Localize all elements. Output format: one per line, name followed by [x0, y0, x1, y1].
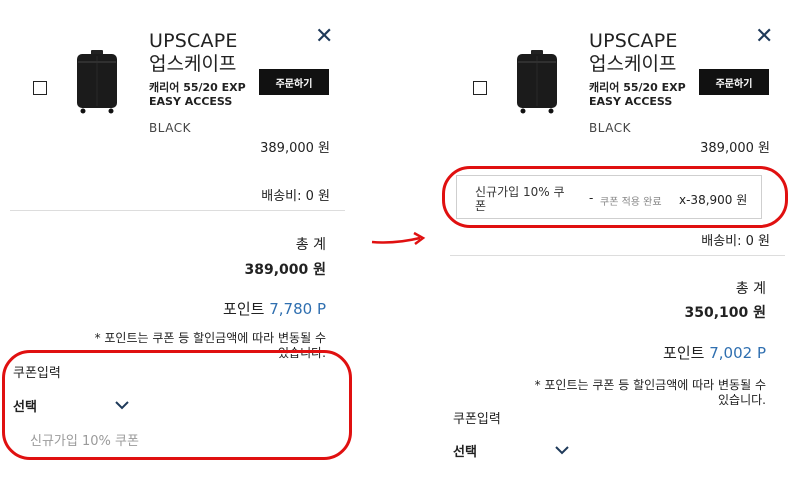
order-button[interactable]: 주문하기 — [699, 69, 769, 95]
applied-coupon-name: 신규가입 10% 쿠 폰 — [475, 185, 565, 213]
close-icon[interactable]: ✕ — [755, 26, 773, 48]
product-color: BLACK — [589, 121, 631, 135]
total-value: 389,000 원 — [244, 262, 326, 278]
chevron-down-icon[interactable] — [554, 445, 570, 455]
model-line-2: EASY ACCESS — [149, 95, 233, 108]
item-checkbox[interactable] — [473, 81, 487, 95]
suitcase-image — [517, 50, 557, 114]
points-notice: * 포인트는 쿠폰 등 할인금액에 따라 변동될 수 있습니다. — [446, 378, 766, 408]
divider — [450, 255, 785, 256]
divider — [10, 210, 345, 211]
product-color: BLACK — [149, 121, 191, 135]
cart-panel-after: UPSCAPE 업스케이프 캐리어 55/20 EXP EASY ACCESS … — [442, 0, 790, 480]
order-button[interactable]: 주문하기 — [259, 69, 329, 95]
model-line-2: EASY ACCESS — [589, 95, 673, 108]
points: 포인트 7,780 P — [126, 298, 326, 319]
model-line-1: 캐리어 55/20 EXP — [589, 81, 686, 94]
item-price: 389,000 원 — [260, 141, 330, 156]
right-arrow-icon — [371, 231, 426, 245]
item-price: 389,000 원 — [700, 141, 770, 156]
close-icon[interactable]: ✕ — [315, 26, 333, 48]
total-value: 350,100 원 — [684, 305, 766, 321]
notice-line-1: * 포인트는 쿠폰 등 할인금액에 따라 변동될 수 — [534, 378, 766, 392]
item-checkbox[interactable] — [33, 81, 47, 95]
points-label: 포인트 — [663, 344, 705, 362]
points-value: 7,780 P — [269, 300, 326, 318]
total-label: 총 계 — [735, 281, 766, 297]
applied-coupon-box: 신규가입 10% 쿠 폰 - 쿠폰 적용 완료 x-38,900 원 — [456, 175, 762, 219]
coupon-name-line-1: 신규가입 10% 쿠 — [475, 185, 565, 199]
coupon-option[interactable]: 신규가입 10% 쿠폰 — [30, 430, 139, 449]
notice-line-2: 있습니다. — [718, 393, 766, 407]
chevron-down-icon[interactable] — [114, 400, 130, 410]
model-line-1: 캐리어 55/20 EXP — [149, 81, 246, 94]
shipping-fee: 배송비: 0 원 — [701, 234, 770, 249]
cart-panel-before: UPSCAPE 업스케이프 캐리어 55/20 EXP EASY ACCESS … — [2, 0, 352, 480]
coupon-input-title: 쿠폰입력 — [453, 412, 501, 427]
coupon-discount-amount: x-38,900 원 — [679, 193, 748, 207]
model-name: 캐리어 55/20 EXP EASY ACCESS — [589, 81, 686, 109]
points: 포인트 7,002 P — [566, 342, 766, 363]
points-value: 7,002 P — [709, 344, 766, 362]
coupon-dash: - — [589, 191, 594, 205]
coupon-status: 쿠폰 적용 완료 — [600, 197, 662, 208]
brand-name-ko: 업스케이프 — [149, 53, 237, 75]
shipping-fee: 배송비: 0 원 — [261, 189, 330, 204]
coupon-select[interactable]: 선택 — [453, 441, 477, 460]
coupon-select[interactable]: 선택 — [13, 396, 37, 415]
total-label: 총 계 — [295, 237, 326, 253]
coupon-input-title: 쿠폰입력 — [13, 366, 61, 381]
model-name: 캐리어 55/20 EXP EASY ACCESS — [149, 81, 246, 109]
notice-line-1: * 포인트는 쿠폰 등 할인금액에 따라 변동될 수 — [94, 331, 326, 345]
coupon-name-line-2: 폰 — [475, 199, 487, 213]
points-label: 포인트 — [223, 300, 265, 318]
brand-name-ko: 업스케이프 — [589, 53, 677, 75]
suitcase-image — [77, 50, 117, 114]
